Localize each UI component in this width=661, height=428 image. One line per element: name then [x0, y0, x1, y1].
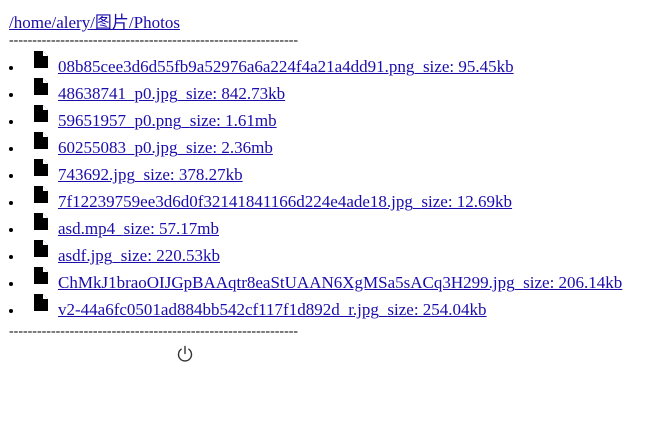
file-icon [34, 105, 48, 122]
power-icon[interactable] [176, 345, 194, 363]
list-item: asd.mp4 size: 57.17mb [24, 213, 661, 242]
file-name: 48638741_p0.jpg [58, 84, 178, 103]
list-item: ChMkJ1braoOIJGpBAAqtr8eaStUAAN6XgMSa5sAC… [24, 267, 661, 296]
file-list: 08b85cee3d6d55fb9a52976a6a224f4a21a4dd91… [0, 51, 661, 323]
file-name: ChMkJ1braoOIJGpBAAqtr8eaStUAAN6XgMSa5sAC… [58, 273, 515, 292]
file-name: 743692.jpg [58, 165, 135, 184]
file-link[interactable]: 08b85cee3d6d55fb9a52976a6a224f4a21a4dd91… [58, 57, 514, 76]
list-item: 7f12239759ee3d6d0f32141841166d224e4ade18… [24, 186, 661, 215]
file-link[interactable]: asd.mp4 size: 57.17mb [58, 219, 219, 238]
file-size: size: 378.27kb [143, 165, 243, 184]
file-name: asd.mp4 [58, 219, 116, 238]
file-size: size: 12.69kb [421, 192, 513, 211]
list-item: asdf.jpg size: 220.53kb [24, 240, 661, 269]
file-size: size: 206.14kb [523, 273, 623, 292]
breadcrumb-path[interactable]: /home/alery/图片/Photos [9, 8, 180, 33]
file-link[interactable]: asdf.jpg size: 220.53kb [58, 246, 220, 265]
divider-top: ----------------------------------------… [9, 33, 299, 48]
file-icon [34, 186, 48, 203]
file-size: size: 842.73kb [185, 84, 286, 103]
list-item: 48638741_p0.jpg size: 842.73kb [24, 78, 661, 107]
file-size: size: 57.17mb [123, 219, 220, 238]
list-item: 08b85cee3d6d55fb9a52976a6a224f4a21a4dd91… [24, 51, 661, 80]
file-icon [34, 213, 48, 230]
file-name: asdf.jpg [58, 246, 113, 265]
file-size: size: 95.45kb [422, 57, 514, 76]
file-link[interactable]: v2-44a6fc0501ad884bb542cf117f1d892d_r.jp… [58, 300, 487, 319]
file-icon [34, 240, 48, 257]
file-name: 60255083_p0.jpg [58, 138, 178, 157]
file-link[interactable]: 60255083_p0.jpg size: 2.36mb [58, 138, 273, 157]
file-size: size: 220.53kb [120, 246, 220, 265]
file-size: size: 1.61mb [189, 111, 277, 130]
file-name: 59651957_p0.png [58, 111, 182, 130]
file-link[interactable]: 59651957_p0.png size: 1.61mb [58, 111, 277, 130]
file-name: 7f12239759ee3d6d0f32141841166d224e4ade18… [58, 192, 413, 211]
file-icon [34, 78, 48, 95]
list-item: 743692.jpg size: 378.27kb [24, 159, 661, 188]
file-icon [34, 51, 48, 68]
file-size: size: 254.04kb [387, 300, 487, 319]
file-link[interactable]: 48638741_p0.jpg size: 842.73kb [58, 84, 285, 103]
divider-bottom: ----------------------------------------… [9, 324, 299, 339]
file-link[interactable]: 7f12239759ee3d6d0f32141841166d224e4ade18… [58, 192, 512, 211]
list-item: 60255083_p0.jpg size: 2.36mb [24, 132, 661, 161]
file-icon [34, 294, 48, 311]
file-icon [34, 159, 48, 176]
file-name: v2-44a6fc0501ad884bb542cf117f1d892d_r.jp… [58, 300, 379, 319]
list-item: 59651957_p0.png size: 1.61mb [24, 105, 661, 134]
file-name: 08b85cee3d6d55fb9a52976a6a224f4a21a4dd91… [58, 57, 415, 76]
file-link[interactable]: ChMkJ1braoOIJGpBAAqtr8eaStUAAN6XgMSa5sAC… [58, 273, 622, 292]
file-link[interactable]: 743692.jpg size: 378.27kb [58, 165, 243, 184]
file-icon [34, 267, 48, 284]
file-size: size: 2.36mb [185, 138, 273, 157]
file-icon [34, 132, 48, 149]
list-item: v2-44a6fc0501ad884bb542cf117f1d892d_r.jp… [24, 294, 661, 323]
